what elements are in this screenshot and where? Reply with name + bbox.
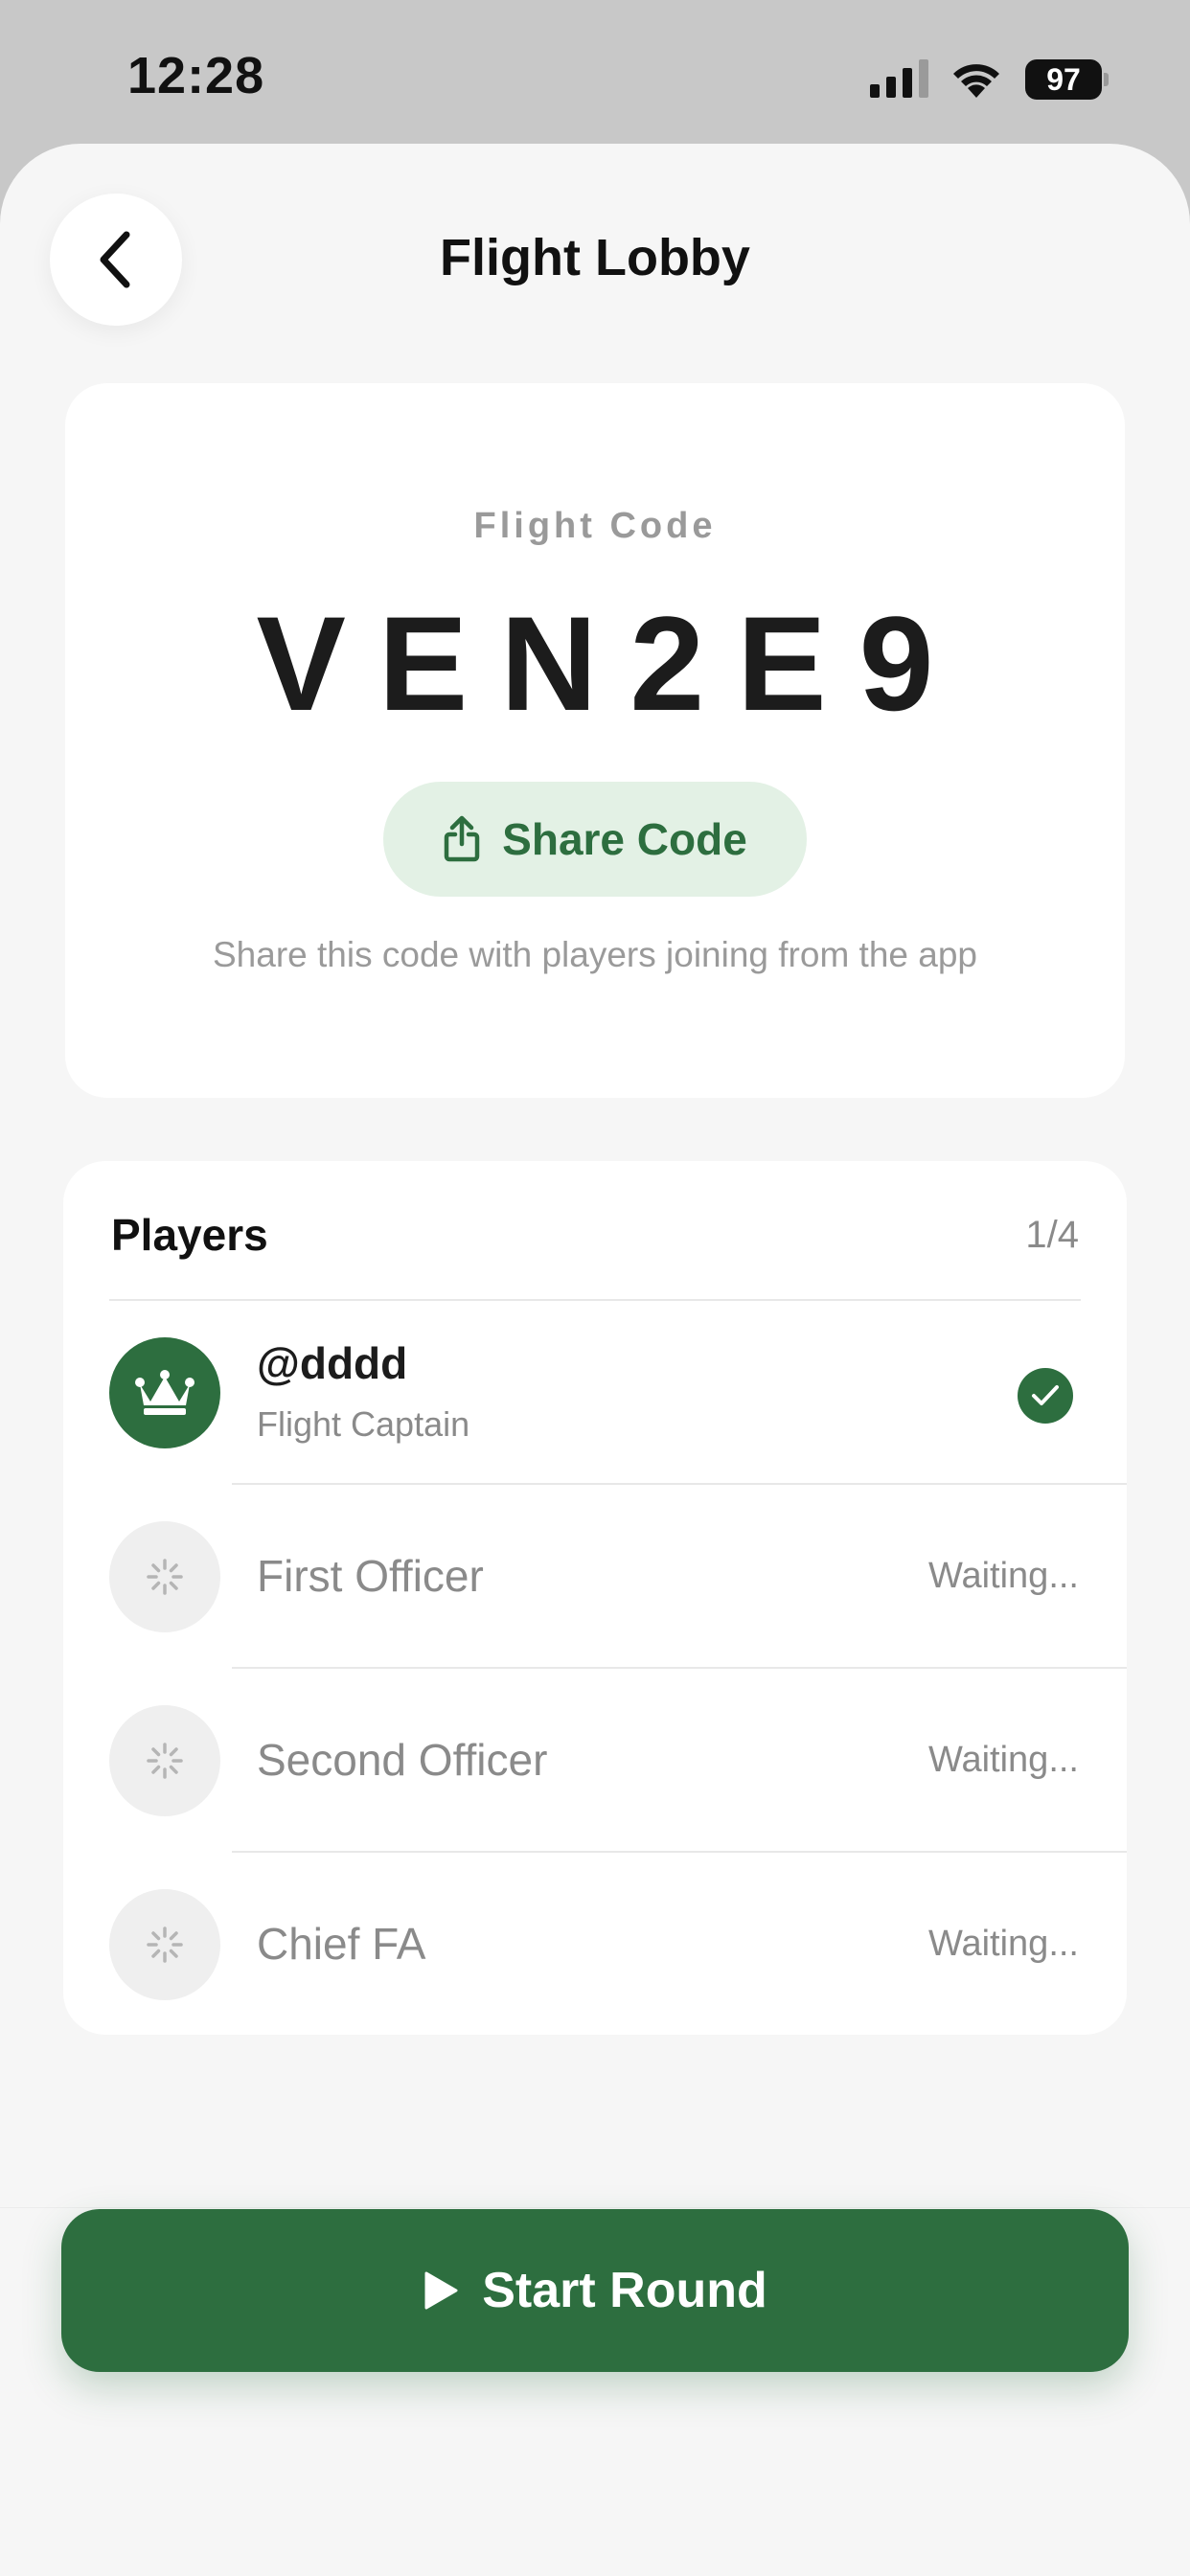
share-hint-text: Share this code with players joining fro…	[213, 935, 977, 974]
player-slot-name: First Officer	[257, 1551, 484, 1601]
spinner-icon	[147, 1743, 183, 1779]
player-slot-name: Second Officer	[257, 1735, 548, 1785]
waiting-status: Waiting...	[928, 1740, 1079, 1780]
pending-avatar	[109, 1889, 220, 2000]
player-row-first-officer: First Officer Waiting...	[63, 1485, 1127, 1669]
flight-code-card: Flight Code VEN2E9 Share Code Share this…	[65, 383, 1125, 1098]
cellular-signal-icon	[870, 59, 928, 98]
share-code-button[interactable]: Share Code	[383, 782, 807, 897]
spinner-icon	[147, 1926, 183, 1963]
battery-level: 97	[1025, 59, 1102, 100]
pending-avatar	[109, 1705, 220, 1816]
players-title: Players	[111, 1210, 268, 1260]
start-round-button[interactable]: Start Round	[61, 2209, 1129, 2372]
players-card: Players 1/4 @dddd Flight Captain First O…	[63, 1161, 1127, 2035]
pending-avatar	[109, 1521, 220, 1632]
spinner-icon	[147, 1559, 183, 1595]
captain-avatar	[109, 1337, 220, 1448]
player-row-captain: @dddd Flight Captain	[63, 1301, 1127, 1485]
flight-code-label: Flight Code	[473, 506, 717, 546]
status-time: 12:28	[127, 47, 265, 104]
waiting-status: Waiting...	[928, 1924, 1079, 1964]
page-title: Flight Lobby	[440, 229, 750, 286]
player-slot-name: Chief FA	[257, 1919, 426, 1969]
ready-check-icon	[1018, 1368, 1073, 1424]
flight-code-value: VEN2E9	[256, 588, 967, 739]
players-count: 1/4	[1025, 1213, 1079, 1256]
share-icon	[444, 815, 480, 862]
battery-indicator: 97	[1025, 59, 1109, 100]
play-icon	[424, 2271, 458, 2310]
share-code-label: Share Code	[502, 814, 747, 864]
start-round-label: Start Round	[482, 2263, 767, 2318]
player-role: Flight Captain	[257, 1404, 470, 1444]
player-row-second-officer: Second Officer Waiting...	[63, 1669, 1127, 1853]
waiting-status: Waiting...	[928, 1556, 1079, 1596]
status-bar: 12:28 97	[0, 0, 1190, 144]
player-name: @dddd	[257, 1338, 408, 1388]
crown-icon	[135, 1370, 195, 1415]
player-row-chief-fa: Chief FA Waiting...	[63, 1853, 1127, 2035]
wifi-icon	[953, 64, 999, 98]
